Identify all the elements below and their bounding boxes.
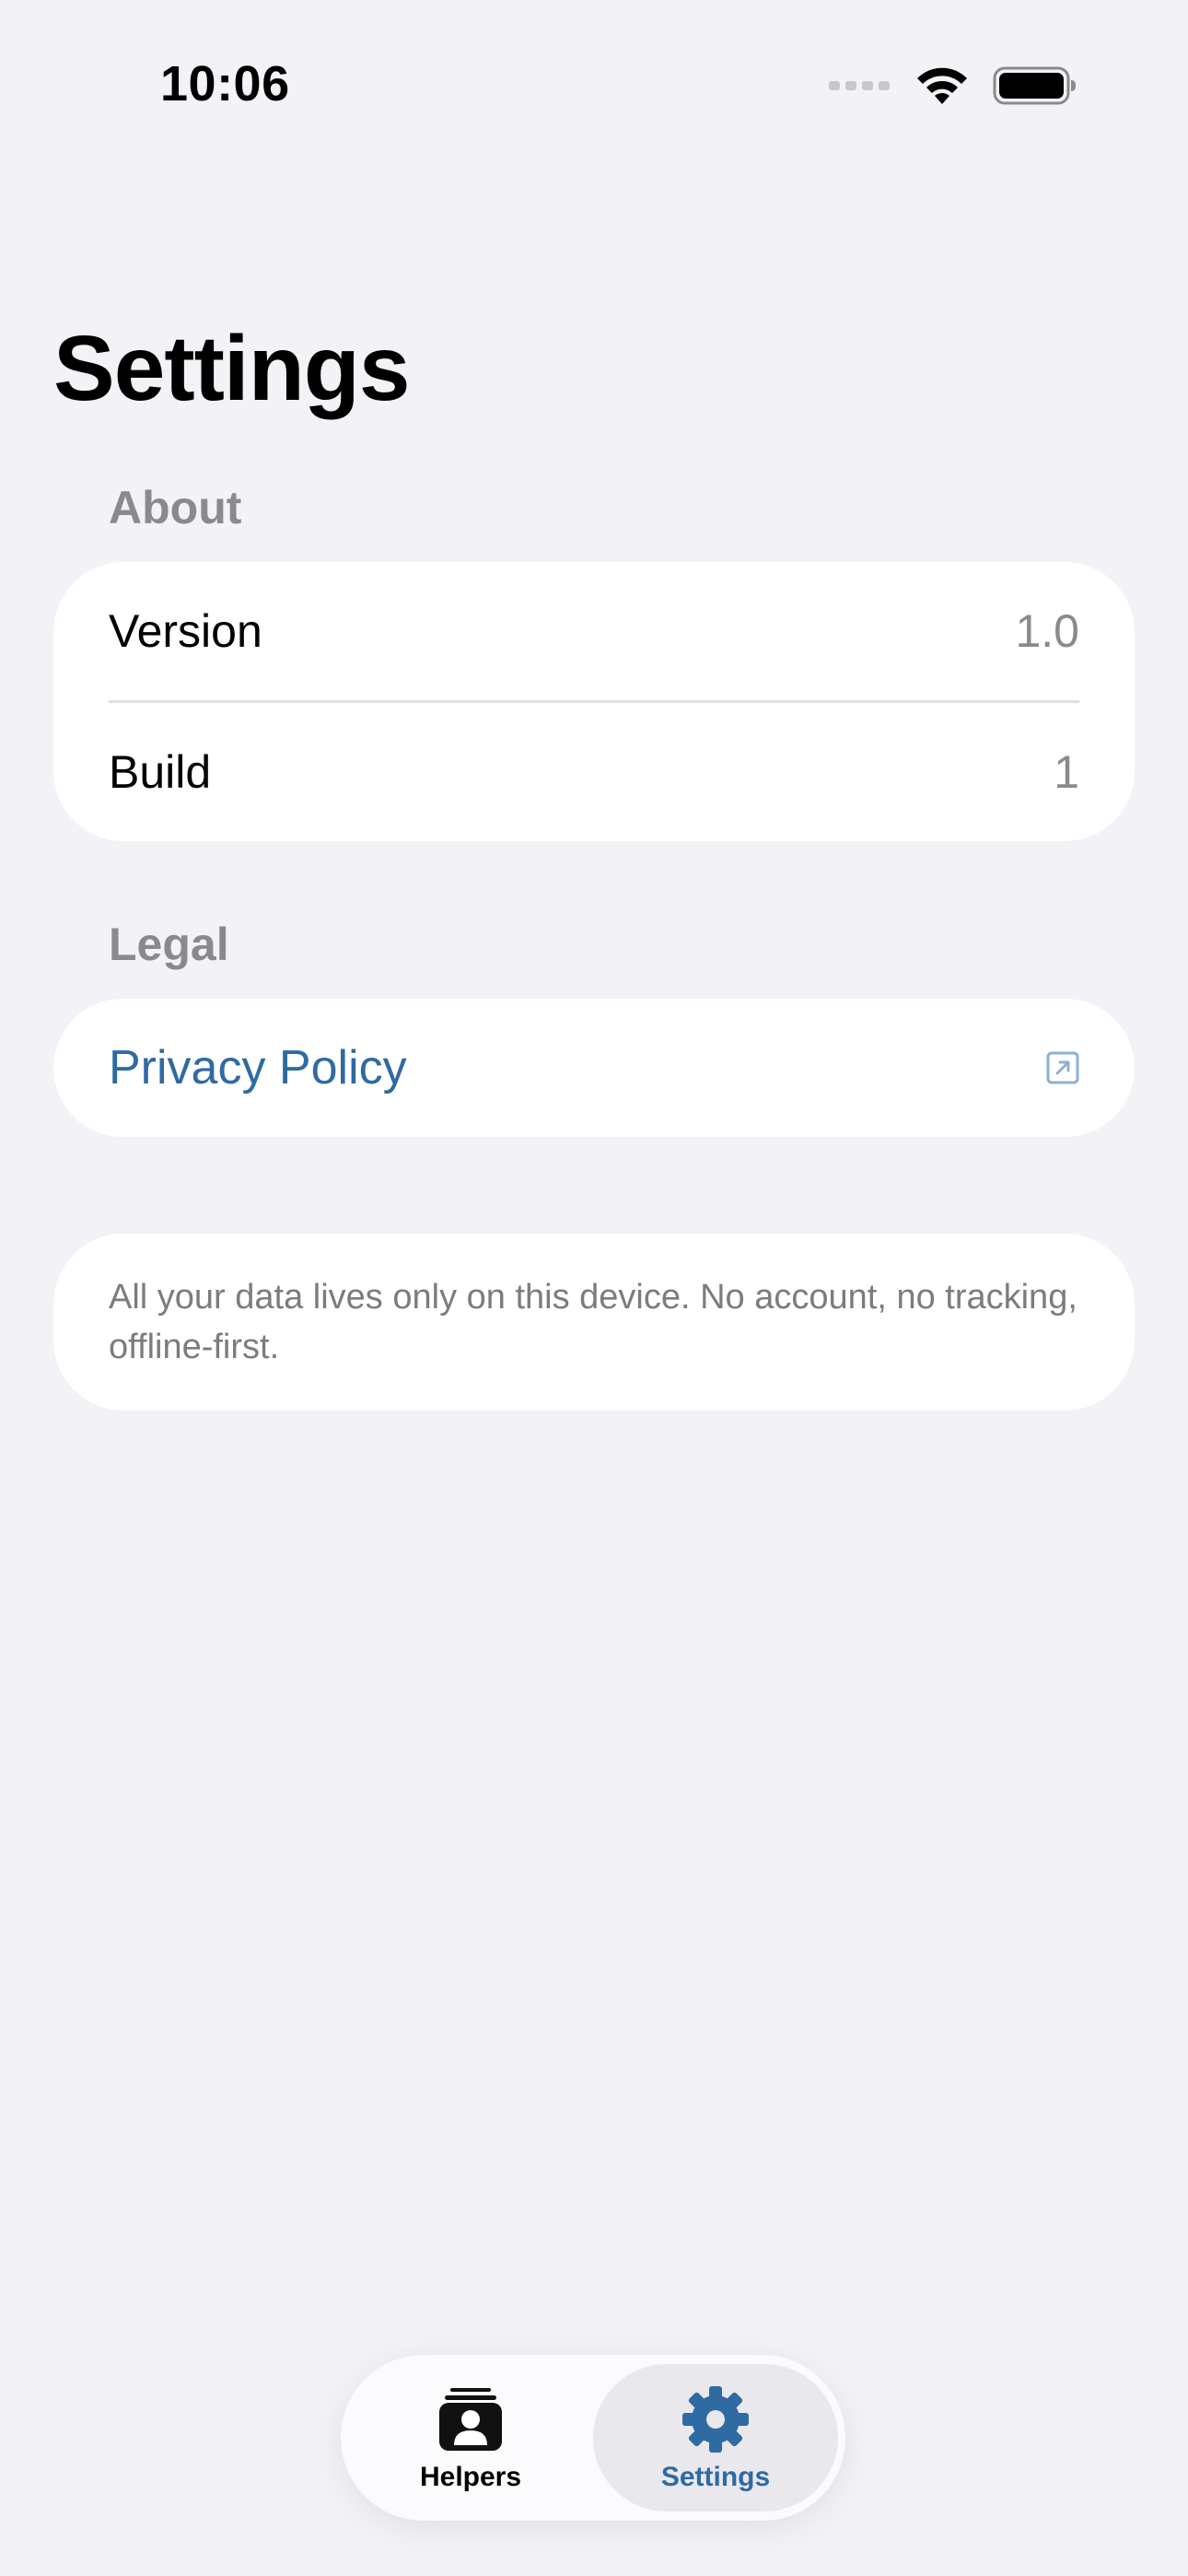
external-link-icon: [1046, 1051, 1079, 1084]
status-time: 10:06: [160, 56, 290, 111]
privacy-policy-row[interactable]: Privacy Policy: [53, 999, 1135, 1137]
version-row: Version 1.0: [53, 562, 1135, 700]
tab-bar: Helpers Settings: [341, 2355, 845, 2521]
version-value: 1.0: [1015, 605, 1079, 657]
gear-icon: [682, 2386, 749, 2453]
privacy-note-text: All your data lives only on this device.…: [109, 1278, 1077, 1366]
about-group: Version 1.0 Build 1: [53, 562, 1135, 841]
contacts-icon: [439, 2388, 502, 2451]
build-row: Build 1: [53, 703, 1135, 841]
page-title: Settings: [53, 317, 410, 420]
tab-settings[interactable]: Settings: [593, 2364, 838, 2512]
status-bar: 10:06: [0, 0, 1188, 175]
tab-helpers-label: Helpers: [419, 2462, 522, 2492]
build-value: 1: [1054, 746, 1079, 798]
battery-icon: [993, 66, 1076, 105]
legal-group: Privacy Policy: [53, 999, 1135, 1137]
section-header-about: About: [109, 482, 242, 533]
tab-settings-label: Settings: [660, 2462, 771, 2492]
section-header-legal: Legal: [109, 919, 229, 970]
status-icons: [829, 63, 1077, 109]
cellular-signal-icon: [829, 81, 890, 90]
wifi-icon: [917, 67, 967, 104]
tab-helpers[interactable]: Helpers: [348, 2364, 593, 2512]
build-label: Build: [109, 746, 212, 798]
privacy-note-card: All your data lives only on this device.…: [53, 1234, 1135, 1411]
privacy-policy-link[interactable]: Privacy Policy: [109, 1040, 407, 1095]
version-label: Version: [109, 605, 262, 657]
